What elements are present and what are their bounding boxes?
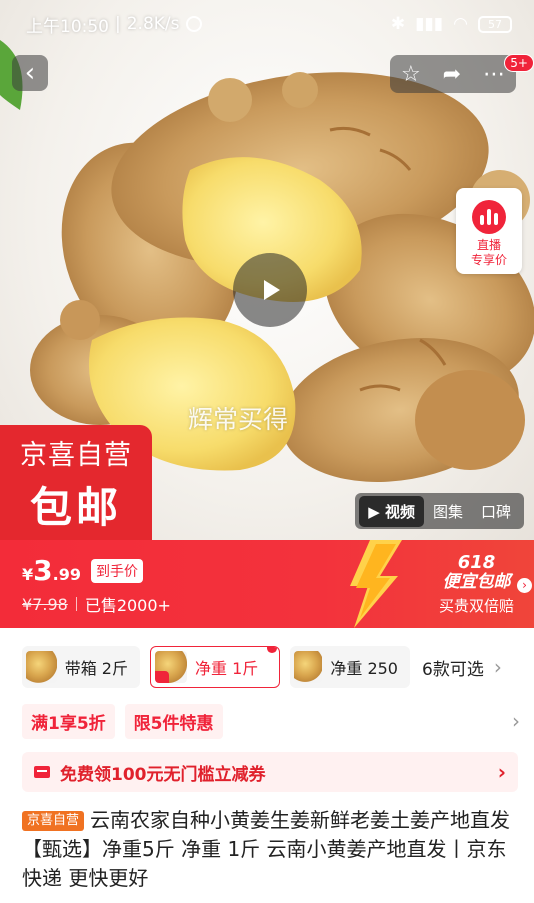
variant-label: 带箱 2斤 bbox=[64, 659, 128, 678]
top-action-bar: ☆ ➦ ⋯ bbox=[390, 55, 516, 93]
currency-symbol: ¥ bbox=[22, 565, 34, 584]
back-icon: ‹ bbox=[24, 58, 36, 88]
live-icon bbox=[472, 200, 506, 234]
wifi-icon: ◠ bbox=[453, 14, 468, 34]
promo-subtext: 买贵双倍赔 bbox=[438, 597, 514, 615]
coupon-icon bbox=[34, 766, 50, 778]
play-video-button[interactable] bbox=[233, 253, 307, 327]
favorite-icon[interactable]: ☆ bbox=[401, 62, 421, 87]
coupon-text: 免费领100元无门槛立减券 bbox=[60, 764, 266, 785]
bluetooth-icon: ✱ bbox=[390, 14, 406, 34]
price-decimal: .99 bbox=[52, 565, 81, 584]
more-icon[interactable]: ⋯ bbox=[483, 62, 505, 87]
lightning-icon bbox=[350, 540, 402, 628]
image-watermark: 辉常买得 bbox=[188, 405, 289, 434]
live-sublabel: 专享价 bbox=[470, 253, 507, 267]
back-button[interactable]: ‹ bbox=[12, 55, 48, 91]
product-title-text: 云南农家自种小黄姜生姜新鲜老姜土姜产地直发【甄选】净重5斤 净重 1斤 云南小黄… bbox=[22, 808, 511, 890]
tab-gallery[interactable]: 图集 bbox=[424, 496, 472, 527]
tab-reviews[interactable]: 口碑 bbox=[472, 496, 520, 527]
variant-thumbnail bbox=[155, 651, 187, 683]
product-title: 京喜自营 云南农家自种小黄姜生姜新鲜老姜土姜产地直发【甄选】净重5斤 净重 1斤 … bbox=[22, 806, 518, 893]
shop-tag: 京喜自营 bbox=[22, 811, 85, 831]
product-detail-screen: 上午10:50 | 2.8K/s ✱ ▮▮▮ ◠ 57 ‹ ☆ ➦ ⋯ 5+ 直… bbox=[0, 0, 534, 903]
price-banner: ¥ 3 .99 到手价 ¥7.98 已售2000+ 618 便宜包邮 买贵双倍赔… bbox=[0, 540, 534, 628]
tab-video[interactable]: ▶ 视频 bbox=[359, 495, 424, 527]
variant-count[interactable]: 6款可选 bbox=[422, 655, 484, 680]
variant-label: 净重 1斤 bbox=[195, 659, 259, 678]
live-label: 直播 bbox=[476, 238, 501, 252]
variant-option[interactable]: 净重 250 bbox=[290, 646, 410, 688]
618-promo-button[interactable]: 618 便宜包邮 买贵双倍赔 › bbox=[438, 552, 532, 616]
current-price: ¥ 3 .99 到手价 bbox=[22, 554, 143, 587]
hot-drop-icon bbox=[267, 647, 277, 653]
coupon-banner[interactable]: 免费领100元无门槛立减券 › bbox=[22, 752, 518, 792]
promo-text: 便宜包邮 bbox=[442, 572, 511, 592]
promo-number: 618 bbox=[457, 552, 496, 573]
variant-option[interactable]: 带箱 2斤 bbox=[22, 646, 140, 688]
battery-level: 57 bbox=[488, 17, 502, 31]
media-tabs: ▶ 视频 图集 口碑 bbox=[355, 493, 524, 529]
promotion-tags[interactable]: 满1享5折 限5件特惠 › bbox=[22, 703, 520, 739]
variant-thumbnail bbox=[294, 651, 323, 683]
live-exclusive-price-button[interactable]: 直播 专享价 bbox=[456, 188, 522, 274]
chevron-right-icon: › bbox=[497, 760, 506, 784]
price-integer: 3 bbox=[33, 554, 53, 587]
variant-option-selected[interactable]: 净重 1斤 bbox=[150, 646, 280, 688]
promo-tag: 限5件特惠 bbox=[124, 703, 223, 739]
final-price-label: 到手价 bbox=[90, 559, 143, 583]
badge-line-2: 包邮 bbox=[29, 483, 122, 532]
battery-icon: 57 bbox=[478, 15, 512, 33]
original-price: ¥7.98 bbox=[22, 594, 68, 614]
play-icon bbox=[264, 280, 280, 300]
share-icon[interactable]: ➦ bbox=[443, 62, 461, 87]
promo-tag: 满1享5折 bbox=[22, 703, 115, 739]
status-time: 上午10:50 bbox=[26, 16, 109, 37]
notification-badge: 5+ bbox=[504, 54, 534, 72]
signal-icon: ▮▮▮ bbox=[415, 14, 444, 34]
product-image-carousel[interactable]: 上午10:50 | 2.8K/s ✱ ▮▮▮ ◠ 57 ‹ ☆ ➦ ⋯ 5+ 直… bbox=[0, 0, 534, 540]
variant-label: 净重 250 bbox=[330, 659, 398, 678]
chevron-right-icon: › bbox=[512, 709, 520, 733]
status-speed: 2.8K/s bbox=[126, 14, 180, 34]
sold-count: 已售2000+ bbox=[84, 596, 171, 615]
chevron-right-icon: › bbox=[517, 578, 532, 593]
variant-selector: 带箱 2斤 净重 1斤 净重 250 6款可选 › bbox=[22, 646, 520, 688]
variant-thumbnail bbox=[26, 651, 57, 683]
alarm-icon bbox=[185, 16, 202, 32]
price-sub-line: ¥7.98 已售2000+ bbox=[22, 592, 171, 616]
chevron-right-icon[interactable]: › bbox=[494, 655, 502, 679]
badge-line-1: 京喜自营 bbox=[20, 440, 132, 471]
status-bar: 上午10:50 | 2.8K/s ✱ ▮▮▮ ◠ 57 bbox=[0, 0, 534, 48]
jd-self-operated-badge: 京喜自营 包邮 bbox=[0, 425, 152, 540]
